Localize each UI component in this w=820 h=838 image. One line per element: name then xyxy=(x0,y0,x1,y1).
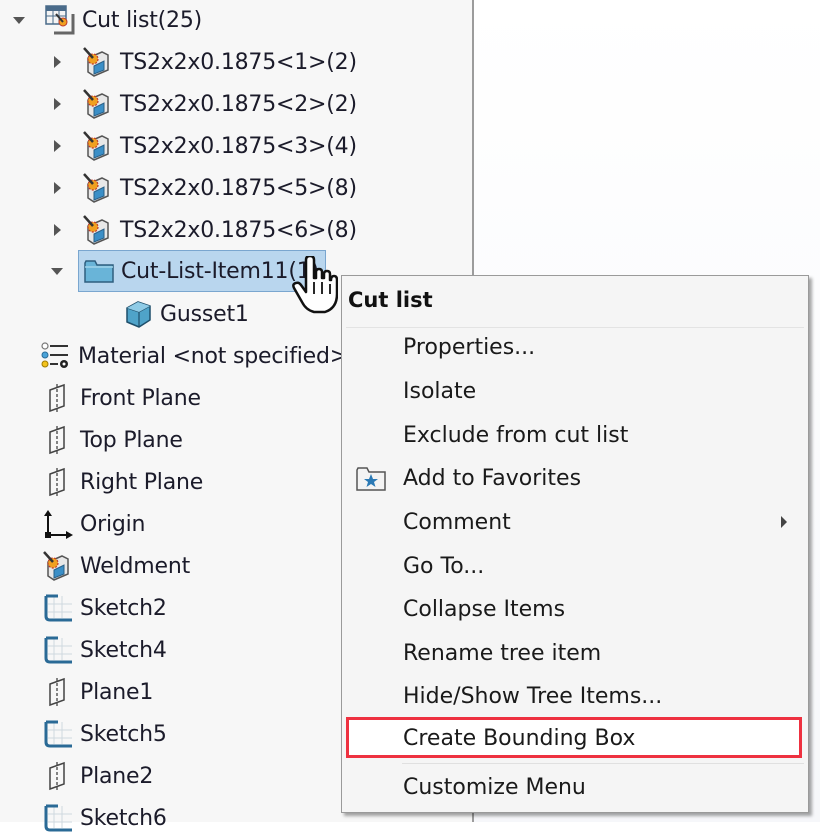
expand-arrow-icon[interactable] xyxy=(50,55,64,69)
tree-item-sketch2[interactable]: Sketch2 xyxy=(42,588,167,628)
menu-item-isolate[interactable]: Isolate xyxy=(343,370,807,412)
context-menu-title: Cut list xyxy=(348,288,433,312)
tree-item-label: TS2x2x0.1875<5>(8) xyxy=(120,175,357,201)
menu-item-hide-show-tree-items[interactable]: Hide/Show Tree Items... xyxy=(343,675,807,717)
tree-item-front-plane[interactable]: Front Plane xyxy=(42,378,201,418)
tree-item-solid-body[interactable]: Gusset1 xyxy=(122,294,249,334)
tree-item-label: TS2x2x0.1875<6>(8) xyxy=(120,217,357,243)
sketch-icon xyxy=(42,718,74,750)
tree-item-label: Right Plane xyxy=(80,469,204,495)
menu-item-label: Collapse Items xyxy=(403,596,566,622)
menu-item-label: Properties... xyxy=(403,334,536,360)
menu-item-label: Create Bounding Box xyxy=(403,725,636,751)
tree-item-sketch6[interactable]: Sketch6 xyxy=(42,798,167,838)
tree-item-sketch5[interactable]: Sketch5 xyxy=(42,714,167,754)
weldment-member-icon xyxy=(82,130,114,162)
tree-item-label: Sketch2 xyxy=(80,595,167,621)
menu-item-create-bounding-box[interactable]: Create Bounding Box xyxy=(343,717,807,759)
menu-separator xyxy=(402,763,804,764)
menu-item-label: Hide/Show Tree Items... xyxy=(403,683,663,709)
expand-arrow-icon[interactable] xyxy=(50,223,64,237)
tree-item-label: TS2x2x0.1875<1>(2) xyxy=(120,49,357,75)
context-menu: Cut list Properties... Isolate Exclude f… xyxy=(341,275,809,813)
tree-item-right-plane[interactable]: Right Plane xyxy=(42,462,203,502)
cut-list-icon xyxy=(44,4,76,36)
tree-item-label: Front Plane xyxy=(80,385,201,411)
tree-item-label: Material <not specified> xyxy=(78,343,348,369)
plane-icon xyxy=(42,424,74,456)
menu-item-go-to[interactable]: Go To... xyxy=(343,545,807,587)
sketch-icon xyxy=(42,592,74,624)
menu-item-customize-menu[interactable]: Customize Menu xyxy=(343,766,807,808)
collapse-arrow-icon[interactable] xyxy=(12,13,26,27)
tree-item-cut-list-member[interactable]: TS2x2x0.1875<2>(2) xyxy=(50,84,357,124)
plane-icon xyxy=(42,676,74,708)
weldment-member-icon xyxy=(82,214,114,246)
menu-item-rename-tree-item[interactable]: Rename tree item xyxy=(343,632,807,674)
menu-item-collapse-items[interactable]: Collapse Items xyxy=(343,588,807,630)
tree-item-sketch4[interactable]: Sketch4 xyxy=(42,630,167,670)
tree-item-label: TS2x2x0.1875<2>(2) xyxy=(120,91,357,117)
tree-item-label: Sketch5 xyxy=(80,721,167,747)
solid-body-icon xyxy=(122,298,154,330)
hand-cursor-icon xyxy=(292,256,338,314)
collapse-arrow-icon[interactable] xyxy=(50,264,64,278)
weldment-member-icon xyxy=(82,88,114,120)
tree-item-label: Origin xyxy=(80,511,146,537)
menu-item-exclude-from-cut-list[interactable]: Exclude from cut list xyxy=(343,414,807,456)
tree-item-top-plane[interactable]: Top Plane xyxy=(42,420,183,460)
plane-icon xyxy=(42,466,74,498)
weldment-icon xyxy=(42,550,74,582)
material-icon xyxy=(40,340,72,372)
tree-item-label: Sketch4 xyxy=(80,637,167,663)
menu-item-comment[interactable]: Comment xyxy=(343,501,807,543)
menu-item-label: Comment xyxy=(403,509,511,535)
tree-item-cut-list-member[interactable]: TS2x2x0.1875<1>(2) xyxy=(50,42,357,82)
tree-item-label: Cut list(25) xyxy=(82,7,202,33)
tree-item-label: Top Plane xyxy=(80,427,183,453)
tree-item-origin[interactable]: Origin xyxy=(42,504,145,544)
sketch-icon xyxy=(42,802,74,834)
expand-arrow-icon[interactable] xyxy=(50,139,64,153)
tree-item-label: TS2x2x0.1875<3>(4) xyxy=(120,133,357,159)
sketch-icon xyxy=(42,634,74,666)
expand-arrow-icon[interactable] xyxy=(50,97,64,111)
weldment-member-icon xyxy=(82,172,114,204)
favorites-folder-icon xyxy=(355,462,387,494)
tree-item-plane1[interactable]: Plane1 xyxy=(42,672,153,712)
origin-icon xyxy=(42,508,74,540)
menu-item-properties[interactable]: Properties... xyxy=(343,326,807,368)
folder-icon xyxy=(83,255,115,287)
menu-item-label: Customize Menu xyxy=(403,774,586,800)
tree-item-cut-list-member[interactable]: TS2x2x0.1875<3>(4) xyxy=(50,126,357,166)
plane-icon xyxy=(42,382,74,414)
tree-item-label: Plane1 xyxy=(80,679,154,705)
tree-item-label: Cut-List-Item11(1) xyxy=(121,258,319,284)
submenu-arrow-icon xyxy=(781,516,787,528)
tree-item-label: Weldment xyxy=(80,553,191,579)
tree-item-label: Plane2 xyxy=(80,763,154,789)
tree-item-cut-list[interactable]: Cut list(25) xyxy=(12,0,202,40)
menu-item-label: Add to Favorites xyxy=(403,465,582,491)
tree-item-cut-list-folder-selected[interactable]: Cut-List-Item11(1) xyxy=(78,250,326,292)
tree-item-plane2[interactable]: Plane2 xyxy=(42,756,153,796)
plane-icon xyxy=(42,760,74,792)
expand-arrow-icon[interactable] xyxy=(50,181,64,195)
menu-item-label: Go To... xyxy=(403,553,485,579)
weldment-member-icon xyxy=(82,46,114,78)
menu-item-label: Isolate xyxy=(403,378,477,404)
tree-item-label: Sketch6 xyxy=(80,805,167,831)
tree-item-cut-list-member[interactable]: TS2x2x0.1875<6>(8) xyxy=(50,210,357,250)
menu-item-label: Rename tree item xyxy=(403,640,602,666)
menu-item-label: Exclude from cut list xyxy=(403,422,629,448)
menu-item-add-to-favorites[interactable]: Add to Favorites xyxy=(343,457,807,499)
tree-item-weldment[interactable]: Weldment xyxy=(42,546,190,586)
tree-item-label: Gusset1 xyxy=(160,301,249,327)
tree-item-cut-list-member[interactable]: TS2x2x0.1875<5>(8) xyxy=(50,168,357,208)
tree-item-material[interactable]: Material <not specified> xyxy=(40,336,348,376)
